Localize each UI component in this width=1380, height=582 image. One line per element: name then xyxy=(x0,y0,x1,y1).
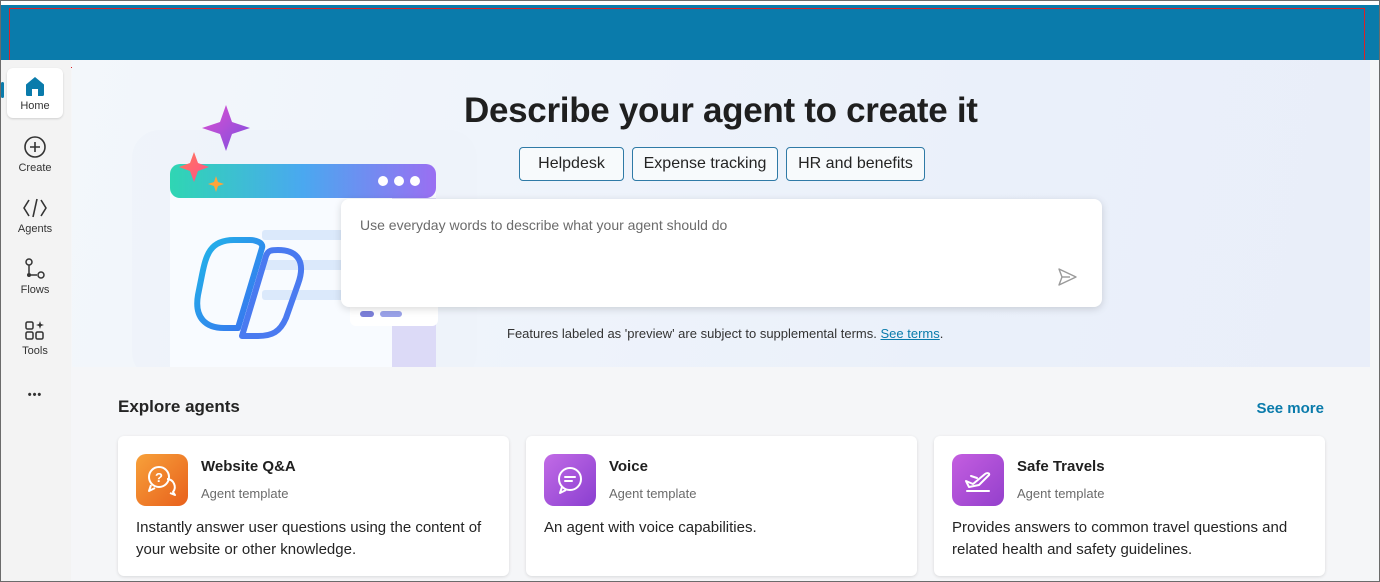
card-title: Website Q&A xyxy=(201,458,296,475)
sidebar-item-label: Tools xyxy=(22,344,48,357)
prompt-box xyxy=(341,199,1102,307)
active-indicator xyxy=(1,82,4,98)
flow-icon xyxy=(25,257,45,279)
card-description: Instantly answer user questions using th… xyxy=(136,519,482,558)
sidebar-item-label: Flows xyxy=(20,283,50,296)
card-description: Provides answers to common travel questi… xyxy=(952,519,1288,558)
sidebar-item-agents[interactable]: Agents xyxy=(7,190,63,240)
sidebar-item-tools[interactable]: Tools xyxy=(7,312,63,362)
home-icon xyxy=(26,76,44,96)
voice-chat-icon xyxy=(544,454,596,506)
see-more-link[interactable]: See more xyxy=(1256,400,1324,417)
card-title: Safe Travels xyxy=(1017,458,1105,475)
sidebar-item-home[interactable]: Home xyxy=(7,68,63,118)
tools-icon xyxy=(25,320,44,340)
see-terms-link[interactable]: See terms xyxy=(881,326,940,341)
qa-chat-icon: ? xyxy=(136,454,188,506)
agent-card-website-qa[interactable]: ? Website Q&A Agent template Instantly a… xyxy=(118,436,509,576)
terms-notice: Features labeled as 'preview' are subjec… xyxy=(507,326,943,341)
agent-card-voice[interactable]: Voice Agent template An agent with voice… xyxy=(526,436,917,576)
sidebar-item-label: Create xyxy=(18,161,52,174)
svg-text:?: ? xyxy=(155,470,163,485)
more-icon: ••• xyxy=(27,389,43,401)
card-subtitle: Agent template xyxy=(201,486,289,501)
sidebar-item-label: Agents xyxy=(17,222,53,235)
left-sidebar: Home Create Agents Flows Tools ••• xyxy=(1,60,71,581)
send-icon[interactable] xyxy=(1056,266,1078,288)
hero-section: Describe your agent to create it Helpdes… xyxy=(72,60,1370,370)
explore-section: Explore agents See more ? Website Q&A Ag… xyxy=(72,367,1370,581)
terms-text: Features labeled as 'preview' are subjec… xyxy=(507,326,877,341)
card-description: An agent with voice capabilities. xyxy=(544,519,757,536)
sidebar-item-flows[interactable]: Flows xyxy=(7,251,63,301)
card-title: Voice xyxy=(609,458,648,475)
card-subtitle: Agent template xyxy=(1017,486,1105,501)
sidebar-item-label: Home xyxy=(20,99,50,112)
plus-circle-icon xyxy=(24,135,46,158)
more-button[interactable]: ••• xyxy=(7,370,63,420)
card-subtitle: Agent template xyxy=(609,486,697,501)
code-icon xyxy=(23,198,47,217)
section-title: Explore agents xyxy=(118,397,240,416)
suggestion-chip-helpdesk[interactable]: Helpdesk xyxy=(519,147,624,181)
top-bar xyxy=(1,5,1379,60)
suggestion-chip-hr-benefits[interactable]: HR and benefits xyxy=(786,147,925,181)
agent-card-safe-travels[interactable]: Safe Travels Agent template Provides ans… xyxy=(934,436,1325,576)
suggestion-chip-expense-tracking[interactable]: Expense tracking xyxy=(632,147,778,181)
page-title: Describe your agent to create it xyxy=(464,91,978,130)
terms-period: . xyxy=(939,326,944,341)
app-window: Home Create Agents Flows Tools ••• Descr… xyxy=(0,0,1380,582)
airplane-icon xyxy=(952,454,1004,506)
sidebar-item-create[interactable]: Create xyxy=(7,129,63,179)
prompt-input[interactable] xyxy=(358,212,1052,238)
